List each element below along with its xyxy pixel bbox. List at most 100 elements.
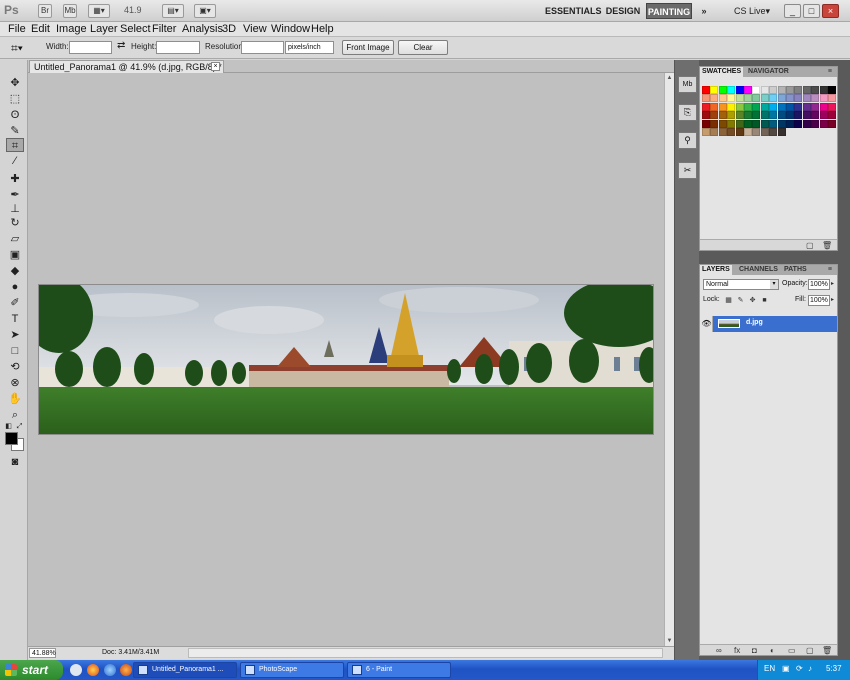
show-desktop-icon[interactable] xyxy=(70,664,82,676)
color-swatch[interactable] xyxy=(811,86,820,94)
history-panel-icon[interactable]: ⎘ xyxy=(678,104,697,121)
workspace-essentials[interactable]: ESSENTIALS xyxy=(545,3,602,19)
color-swatch[interactable] xyxy=(802,102,811,111)
color-swatch[interactable] xyxy=(777,94,786,103)
blur-tool-icon[interactable]: ◆ xyxy=(6,264,24,278)
firefox-icon[interactable] xyxy=(120,664,132,676)
arrange-documents-button[interactable]: ▤▾ xyxy=(162,4,184,18)
color-swatch[interactable] xyxy=(727,128,736,136)
color-swatch[interactable] xyxy=(702,128,710,136)
lock-position-icon[interactable]: ✥ xyxy=(748,296,757,305)
tray-update-icon[interactable]: ⟳ xyxy=(796,664,803,673)
color-swatch[interactable] xyxy=(811,102,820,111)
new-swatch-icon[interactable]: ▢ xyxy=(806,240,814,251)
color-swatch[interactable] xyxy=(735,86,744,94)
menu-help[interactable]: Help xyxy=(311,23,334,35)
vertical-scrollbar[interactable]: ▲ ▼ xyxy=(664,73,674,646)
zoom-level[interactable]: 41.9 xyxy=(124,5,142,15)
foreground-color-swatch[interactable] xyxy=(5,432,18,445)
close-document-icon[interactable]: × xyxy=(211,62,220,71)
visibility-eye-icon[interactable]: 👁 xyxy=(701,316,713,332)
tab-layers[interactable]: LAYERS xyxy=(700,265,732,275)
color-swatch[interactable] xyxy=(802,119,811,128)
clear-button[interactable]: Clear xyxy=(398,40,448,55)
color-swatch[interactable] xyxy=(777,102,786,111)
color-swatch[interactable] xyxy=(702,111,710,120)
color-swatch[interactable] xyxy=(802,111,811,120)
color-swatch[interactable] xyxy=(760,119,769,128)
color-swatch[interactable] xyxy=(760,102,769,111)
color-swatch[interactable] xyxy=(702,94,710,103)
color-swatch[interactable] xyxy=(786,94,794,103)
opacity-field[interactable]: 100% xyxy=(808,279,830,290)
view-extras-button[interactable]: ▦▾ xyxy=(88,4,110,18)
menu-layer[interactable]: Layer xyxy=(90,23,118,35)
color-swatch[interactable] xyxy=(760,128,769,136)
minimize-button[interactable]: _ xyxy=(784,4,801,18)
blend-mode-select[interactable]: Normal ▾ xyxy=(703,279,779,290)
quick-selection-tool-icon[interactable]: ✎ xyxy=(6,124,24,138)
layer-mask-icon[interactable]: ◘ xyxy=(752,645,757,656)
front-image-button[interactable]: Front Image xyxy=(342,40,394,55)
color-swatch[interactable] xyxy=(710,86,719,94)
internet-explorer-icon[interactable] xyxy=(104,664,116,676)
menu-3d[interactable]: 3D xyxy=(222,23,236,35)
color-swatch[interactable] xyxy=(819,102,828,111)
lock-transparent-icon[interactable]: ▦ xyxy=(724,296,733,305)
menu-file[interactable]: File xyxy=(8,23,26,35)
pen-tool-icon[interactable]: ✐ xyxy=(6,296,24,310)
color-swatch[interactable] xyxy=(744,86,752,94)
color-swatch[interactable] xyxy=(769,86,778,94)
swap-icon[interactable]: ⇄ xyxy=(117,40,125,51)
color-swatch[interactable] xyxy=(710,102,719,111)
tray-app-icon[interactable]: ▣ xyxy=(782,664,790,673)
fill-arrow-icon[interactable]: ▸ xyxy=(831,295,838,306)
color-swatch[interactable] xyxy=(710,111,719,120)
delete-swatch-icon[interactable]: 🗑 xyxy=(822,240,832,251)
close-button[interactable]: × xyxy=(822,4,839,18)
color-swatch[interactable] xyxy=(710,119,719,128)
menu-view[interactable]: View xyxy=(243,23,267,35)
fill-field[interactable]: 100% xyxy=(808,295,830,306)
color-swatch[interactable] xyxy=(735,102,744,111)
color-swatch[interactable] xyxy=(819,119,828,128)
lasso-tool-icon[interactable]: ʘ xyxy=(6,108,24,122)
resolution-unit-select[interactable]: pixels/inch xyxy=(285,41,334,54)
adjustment-layer-icon[interactable]: ◐ xyxy=(770,645,775,656)
color-swatch[interactable] xyxy=(811,94,820,103)
lock-all-icon[interactable]: ■ xyxy=(760,296,769,305)
resolution-field[interactable] xyxy=(241,41,284,54)
history-brush-tool-icon[interactable]: ↻ xyxy=(6,216,24,230)
hand-tool-icon[interactable]: ✋ xyxy=(6,392,24,406)
layer-style-icon[interactable]: fx xyxy=(734,645,740,656)
delete-layer-icon[interactable]: 🗑 xyxy=(822,645,832,656)
new-layer-icon[interactable]: ▢ xyxy=(806,645,814,656)
color-swatch[interactable] xyxy=(794,119,803,128)
color-swatch[interactable] xyxy=(794,86,803,94)
color-swatch[interactable] xyxy=(819,86,828,94)
color-swatch[interactable] xyxy=(744,102,752,111)
color-swatch[interactable] xyxy=(752,119,761,128)
color-swatch[interactable] xyxy=(786,111,794,120)
3d-orbit-tool-icon[interactable]: ⊗ xyxy=(6,376,24,390)
color-swatch[interactable] xyxy=(794,111,803,120)
color-swatch[interactable] xyxy=(769,119,778,128)
color-swatch[interactable] xyxy=(769,111,778,120)
color-swatch[interactable] xyxy=(727,102,736,111)
horizontal-scrollbar[interactable] xyxy=(188,648,663,658)
color-swatch[interactable] xyxy=(718,102,727,111)
scroll-down-icon[interactable]: ▼ xyxy=(665,636,674,646)
tool-presets-panel-icon[interactable]: ✂ xyxy=(678,162,697,179)
cs-live-button[interactable]: CS Live▾ xyxy=(728,3,776,19)
color-swatch[interactable] xyxy=(819,94,828,103)
menu-filter[interactable]: Filter xyxy=(152,23,176,35)
tab-navigator[interactable]: NAVIGATOR xyxy=(746,67,791,77)
color-swatch[interactable] xyxy=(760,86,769,94)
color-swatch[interactable] xyxy=(727,86,736,94)
layers-menu-icon[interactable]: ≡ xyxy=(826,265,834,275)
menu-select[interactable]: Select xyxy=(120,23,151,35)
color-swatch[interactable] xyxy=(710,94,719,103)
color-swatch[interactable] xyxy=(702,119,710,128)
color-swatch[interactable] xyxy=(710,128,719,136)
healing-brush-tool-icon[interactable]: ✚ xyxy=(6,172,24,186)
